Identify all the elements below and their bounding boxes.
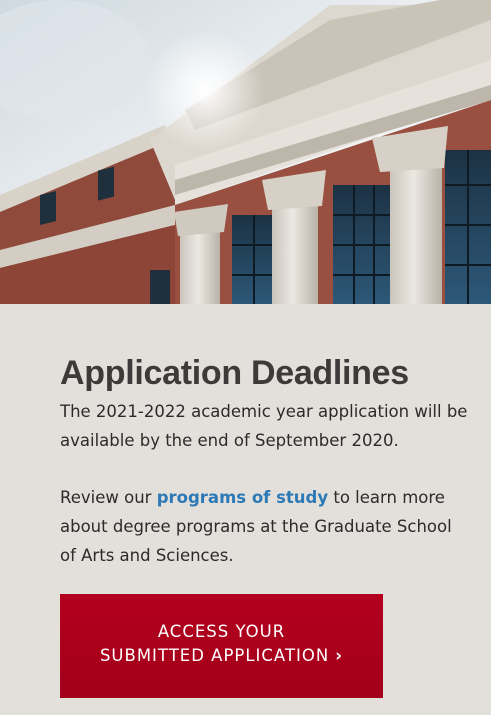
cta-line-2: SUBMITTED APPLICATION <box>99 646 330 665</box>
programs-paragraph: Review our programs of study to learn mo… <box>60 483 470 570</box>
programs-text-pre: Review our <box>60 488 157 507</box>
hero-image <box>0 0 491 304</box>
access-application-button[interactable]: ACCESS YOUR SUBMITTED APPLICATION › <box>60 594 383 698</box>
cta-line-1: ACCESS YOUR <box>157 622 286 641</box>
programs-of-study-link[interactable]: programs of study <box>157 488 328 507</box>
page-title: Application Deadlines <box>60 354 409 392</box>
chevron-right-icon: › <box>335 646 344 665</box>
deadlines-card: Application Deadlines The 2021-2022 acad… <box>0 304 491 570</box>
deadline-notice: The 2021-2022 academic year application … <box>60 402 468 450</box>
cta-line-2-wrap: SUBMITTED APPLICATION › <box>60 644 383 668</box>
